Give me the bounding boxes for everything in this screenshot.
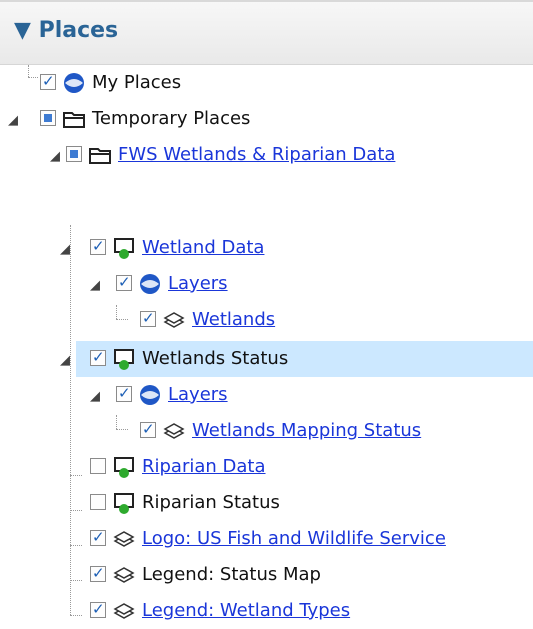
layer-stack-icon [112,599,136,623]
checkbox-my-places[interactable] [40,72,56,90]
checkbox-layers-2[interactable] [116,384,132,402]
tree-item-label: Riparian Status [142,492,280,513]
places-tree: My Places ◢ Temporary Places ◢ FWS Wetla… [0,65,533,629]
folder-icon [62,107,86,131]
expand-arrow-icon[interactable]: ◢ [60,353,70,368]
tree-item-link[interactable]: Wetlands Mapping Status [192,420,421,441]
tree-item-layers[interactable]: ◢ Layers [0,266,533,302]
expand-arrow-icon[interactable]: ◢ [90,389,100,404]
expand-arrow-icon[interactable]: ◢ [50,149,60,164]
tree-item-legend-wetland-types[interactable]: Legend: Wetland Types [0,593,533,629]
tree-item-link[interactable]: Riparian Data [142,456,266,477]
tree-item-wetlands[interactable]: Wetlands [0,302,533,338]
places-title[interactable]: ▼ Places [14,18,118,43]
checkbox-fws-wetlands-riparian[interactable] [66,146,82,162]
checkbox-wetlands-status[interactable] [90,348,106,366]
tree-item-temporary-places[interactable]: ◢ Temporary Places [0,101,533,137]
network-link-icon [112,347,136,371]
layer-stack-icon [112,563,136,587]
checkbox-temporary-places[interactable] [40,110,56,126]
tree-item-label: Temporary Places [92,108,251,129]
tree-item-wetland-data[interactable]: ◢ Wetland Data [0,230,533,266]
tree-item-riparian-data[interactable]: Riparian Data [0,449,533,485]
tree-item-fws-wetlands-riparian[interactable]: ◢ FWS Wetlands & Riparian Data [0,137,533,173]
checkbox-layers[interactable] [116,273,132,291]
tree-item-wetlands-mapping-status[interactable]: Wetlands Mapping Status [0,413,533,449]
layer-stack-icon [112,527,136,551]
checkbox-wetlands-mapping-status[interactable] [140,420,156,438]
tree-item-link[interactable]: Wetlands [192,309,275,330]
layer-stack-icon [162,308,186,332]
tree-item-link[interactable]: Legend: Wetland Types [142,600,350,621]
checkbox-wetlands[interactable] [140,309,156,327]
tree-item-link[interactable]: Layers [168,273,228,294]
expand-arrow-icon[interactable]: ◢ [8,113,18,128]
tree-item-riparian-status[interactable]: Riparian Status [0,485,533,521]
checkbox-legend-status-map[interactable] [90,564,106,582]
tree-item-link[interactable]: Layers [168,384,228,405]
checkbox-riparian-data[interactable] [90,458,106,474]
folder-icon [88,143,112,167]
globe-icon [138,272,162,296]
network-link-icon [112,455,136,479]
tree-item-label: Legend: Status Map [142,564,321,585]
places-panel-header[interactable]: ▼ Places [0,0,533,65]
tree-item-legend-status-map[interactable]: Legend: Status Map [0,557,533,593]
checkbox-riparian-status[interactable] [90,494,106,510]
network-link-icon [112,236,136,260]
checkbox-logo[interactable] [90,528,106,546]
globe-icon [62,71,86,95]
layer-stack-icon [162,419,186,443]
tree-item-link[interactable]: Wetland Data [142,237,264,258]
tree-item-layers-2[interactable]: ◢ Layers [0,377,533,413]
network-link-icon [112,491,136,515]
tree-item-label: My Places [92,72,182,93]
checkbox-wetland-data[interactable] [90,237,106,255]
tree-item-logo[interactable]: Logo: US Fish and Wildlife Service [0,521,533,557]
tree-item-my-places[interactable]: My Places [0,65,533,101]
expand-arrow-icon[interactable]: ◢ [90,278,100,293]
tree-item-wetlands-status[interactable]: ◢ Wetlands Status [0,341,533,377]
tree-item-link[interactable]: FWS Wetlands & Riparian Data [118,144,395,165]
expand-arrow-icon[interactable]: ◢ [60,242,70,257]
tree-item-label: Wetlands Status [142,348,289,369]
checkbox-legend-wetland-types[interactable] [90,600,106,618]
tree-item-link[interactable]: Logo: US Fish and Wildlife Service [142,528,446,549]
globe-icon [138,383,162,407]
